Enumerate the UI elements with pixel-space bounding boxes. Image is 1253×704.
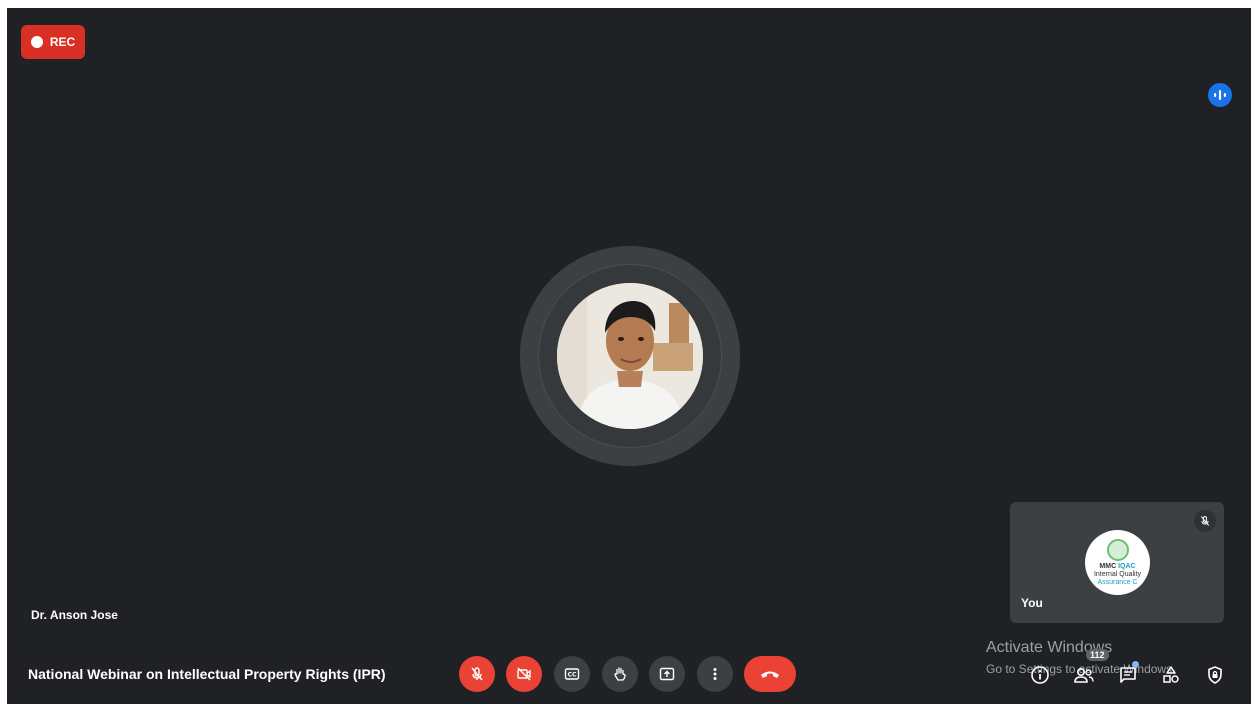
iqac-logo-icon: [1106, 538, 1129, 561]
logo-text-line3: Assurance C: [1097, 578, 1138, 586]
recording-label: REC: [49, 35, 76, 49]
closed-captions-icon: CC: [564, 668, 580, 680]
logo-text-mmc: MMC: [1099, 562, 1117, 570]
mic-off-icon: [471, 667, 483, 681]
more-options-button[interactable]: [697, 656, 733, 692]
people-count-badge: 112: [1086, 649, 1109, 661]
self-avatar: MMC IQAC Internal Quality Assurance C: [1085, 530, 1150, 595]
self-mic-off-icon: [1194, 510, 1216, 532]
toggle-mic-button[interactable]: [459, 656, 495, 692]
people-button[interactable]: [1073, 664, 1095, 686]
logo-text-line2: Internal Quality: [1093, 570, 1142, 578]
record-dot-icon: [30, 36, 43, 48]
self-video-tile[interactable]: MMC IQAC Internal Quality Assurance C Yo…: [1010, 502, 1224, 623]
call-end-icon: [761, 671, 779, 678]
raise-hand-icon: [614, 667, 626, 681]
more-vert-icon: [713, 668, 717, 680]
self-label: You: [1021, 596, 1043, 610]
people-icon: [1074, 667, 1094, 683]
recording-badge: REC: [21, 25, 85, 59]
chat-icon: [1120, 667, 1136, 683]
speaker-name: Dr. Anson Jose: [31, 608, 118, 622]
present-screen-icon: [659, 667, 675, 681]
leave-call-button[interactable]: [744, 656, 796, 692]
meeting-title: National Webinar on Intellectual Propert…: [28, 666, 386, 682]
speaker-avatar: [557, 283, 703, 429]
activities-icon: [1163, 666, 1179, 683]
svg-text:CC: CC: [568, 672, 577, 679]
host-controls-button[interactable]: [1204, 664, 1226, 686]
toggle-camera-button[interactable]: [506, 656, 542, 692]
info-icon: [1031, 666, 1049, 684]
meeting-details-button[interactable]: [1029, 664, 1051, 686]
logo-text-iqac: IQAC: [1118, 562, 1136, 570]
activities-button[interactable]: [1160, 664, 1182, 686]
speaking-indicator-icon: [1208, 83, 1232, 107]
raise-hand-button[interactable]: [602, 656, 638, 692]
captions-button[interactable]: CC: [554, 656, 590, 692]
camera-off-icon: [517, 667, 531, 681]
shield-lock-icon: [1208, 666, 1222, 684]
meeting-stage: REC Dr. Anson Jose National Webinar on I…: [7, 8, 1251, 704]
present-button[interactable]: [649, 656, 685, 692]
chat-notification-dot: [1132, 661, 1139, 668]
